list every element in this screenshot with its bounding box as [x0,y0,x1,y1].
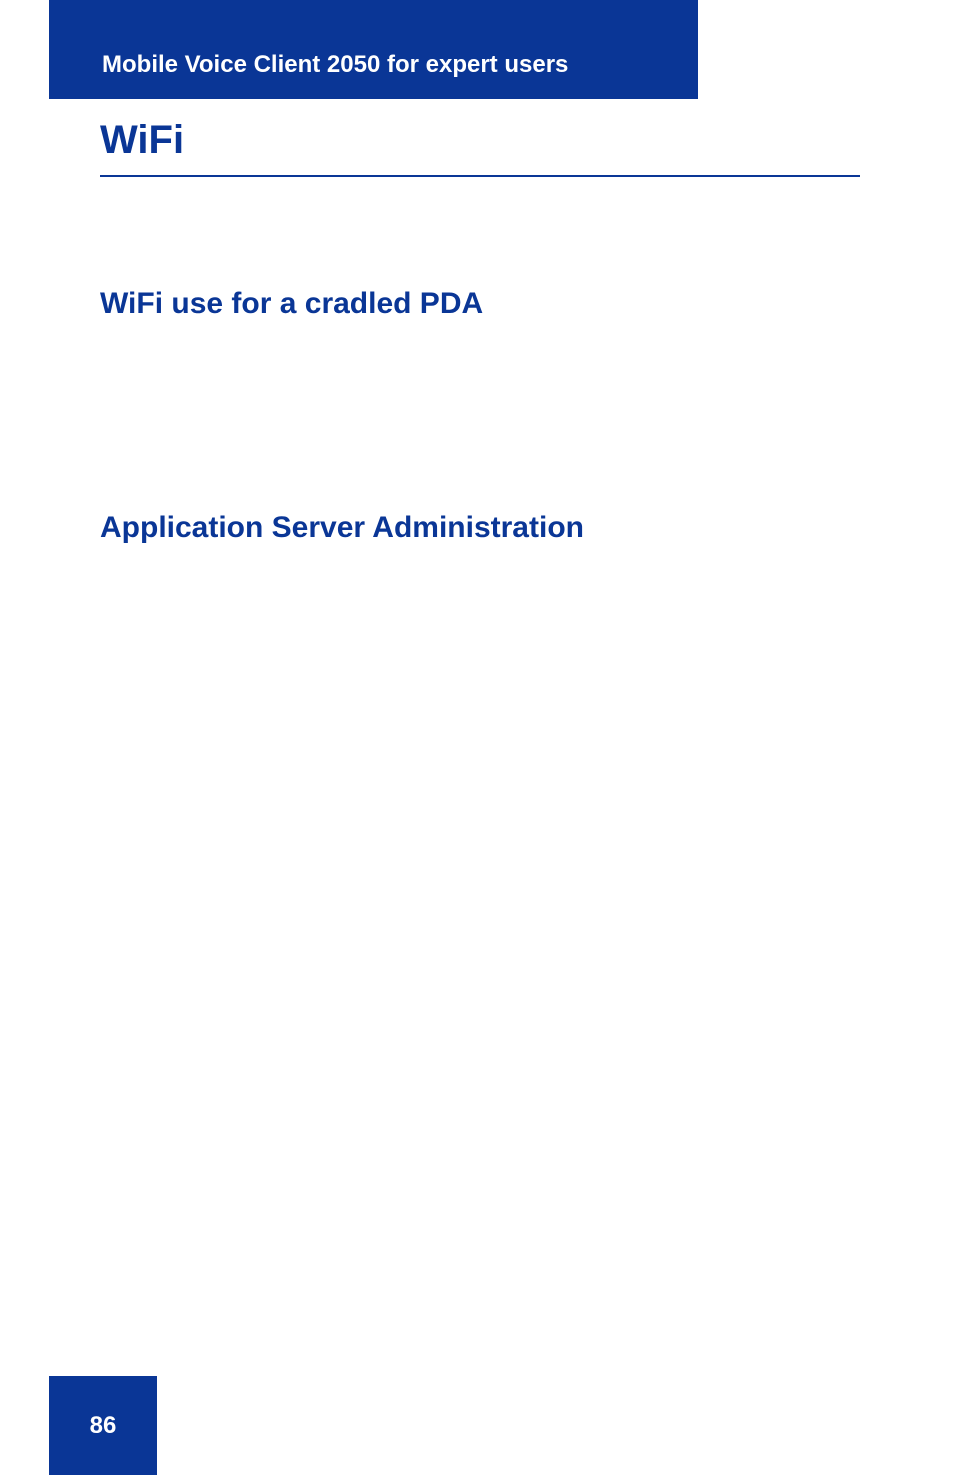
header-banner: Mobile Voice Client 2050 for expert user… [49,0,698,99]
sub-heading-app-server: Application Server Administration [100,511,860,545]
header-title: Mobile Voice Client 2050 for expert user… [102,51,568,79]
page-content: WiFi WiFi use for a cradled PDA Applicat… [100,118,860,545]
page-number-box: 86 [49,1376,157,1475]
main-heading: WiFi [100,118,860,177]
page-number: 86 [90,1412,117,1440]
sub-heading-wifi-cradled: WiFi use for a cradled PDA [100,287,860,321]
